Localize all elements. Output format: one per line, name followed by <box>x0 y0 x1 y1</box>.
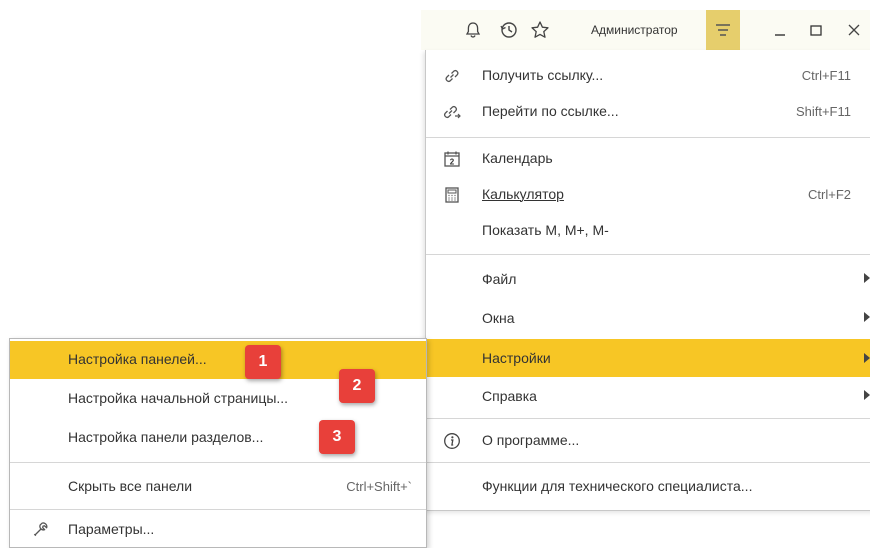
menu-divider <box>426 254 870 255</box>
menu-item-settings[interactable]: Настройки <box>426 339 870 377</box>
chevron-right-icon <box>864 353 870 363</box>
menu-item-show-memory[interactable]: Показать М, М+, М- <box>426 212 870 248</box>
history-icon[interactable] <box>496 10 522 50</box>
menu-divider <box>10 509 426 510</box>
user-name[interactable]: Администратор <box>591 10 678 50</box>
menu-divider <box>10 462 426 463</box>
menu-item-label: Получить ссылку... <box>482 67 604 83</box>
menu-item-calendar[interactable]: 2 Календарь <box>426 140 870 176</box>
submenu-item-label: Скрыть все панели <box>68 478 193 494</box>
menu-item-get-link[interactable]: Получить ссылку... Ctrl+F11 <box>426 57 870 93</box>
submenu-item-label: Настройка панели разделов... <box>68 429 264 445</box>
star-icon[interactable] <box>527 10 553 50</box>
menu-item-label: Функции для технического специалиста... <box>482 478 753 494</box>
menu-item-label: Калькулятор <box>482 186 564 202</box>
step-badge-3: 3 <box>319 420 355 454</box>
wrench-icon <box>32 520 52 540</box>
top-toolbar: Администратор <box>421 10 870 50</box>
menu-item-calculator[interactable]: Калькулятор Ctrl+F2 <box>426 176 870 212</box>
menu-item-go-to-link[interactable]: Перейти по ссылке... Shift+F11 <box>426 93 870 129</box>
chevron-right-icon <box>864 273 870 283</box>
calendar-icon: 2 <box>442 149 462 169</box>
menu-item-label: Перейти по ссылке... <box>482 103 619 119</box>
main-menu: Получить ссылку... Ctrl+F11 Перейти по с… <box>425 50 870 511</box>
submenu-item-label: Настройка панелей... <box>68 351 207 367</box>
submenu-item-label: Настройка начальной страницы... <box>68 390 289 406</box>
menu-divider <box>426 418 870 419</box>
menu-item-tech-functions[interactable]: Функции для технического специалиста... <box>426 468 870 504</box>
calculator-icon <box>442 185 462 205</box>
menu-item-label: Справка <box>482 388 537 404</box>
menu-item-shortcut: Shift+F11 <box>795 103 851 119</box>
menu-divider <box>426 137 870 138</box>
menu-item-label: Файл <box>482 271 517 287</box>
step-badge-2: 2 <box>339 369 375 403</box>
minimize-icon[interactable] <box>769 10 791 50</box>
menu-item-label: Календарь <box>482 150 553 166</box>
close-icon[interactable] <box>841 10 867 50</box>
submenu-item-shortcut: Ctrl+Shift+` <box>346 479 412 494</box>
maximize-icon[interactable] <box>805 10 827 50</box>
menu-item-shortcut: Ctrl+F2 <box>808 186 851 202</box>
bell-icon[interactable] <box>461 10 485 50</box>
submenu-item-sections-panel-settings[interactable]: Настройка панели разделов... <box>10 420 426 456</box>
menu-item-shortcut: Ctrl+F11 <box>801 67 851 83</box>
go-to-link-icon <box>442 102 462 122</box>
menu-item-label: Настройки <box>482 350 551 366</box>
menu-item-about[interactable]: О программе... <box>426 422 870 458</box>
submenu-item-hide-all-panels[interactable]: Скрыть все панели Ctrl+Shift+` <box>10 469 426 505</box>
submenu-item-parameters[interactable]: Параметры... <box>10 512 426 548</box>
menu-item-label: Окна <box>482 310 515 326</box>
link-icon <box>442 66 462 86</box>
menu-item-file[interactable]: Файл <box>426 261 870 297</box>
step-badge-1: 1 <box>245 345 281 379</box>
chevron-right-icon <box>864 312 870 322</box>
submenu-item-label: Параметры... <box>68 521 155 537</box>
menu-item-label: Показать М, М+, М- <box>482 222 609 238</box>
svg-text:2: 2 <box>450 158 455 167</box>
chevron-right-icon <box>864 390 870 400</box>
menu-divider <box>426 462 870 463</box>
menu-item-windows[interactable]: Окна <box>426 300 870 336</box>
info-icon <box>442 431 462 451</box>
menu-item-label: О программе... <box>482 432 580 448</box>
main-menu-icon[interactable] <box>706 10 740 50</box>
menu-item-help[interactable]: Справка <box>426 378 870 414</box>
